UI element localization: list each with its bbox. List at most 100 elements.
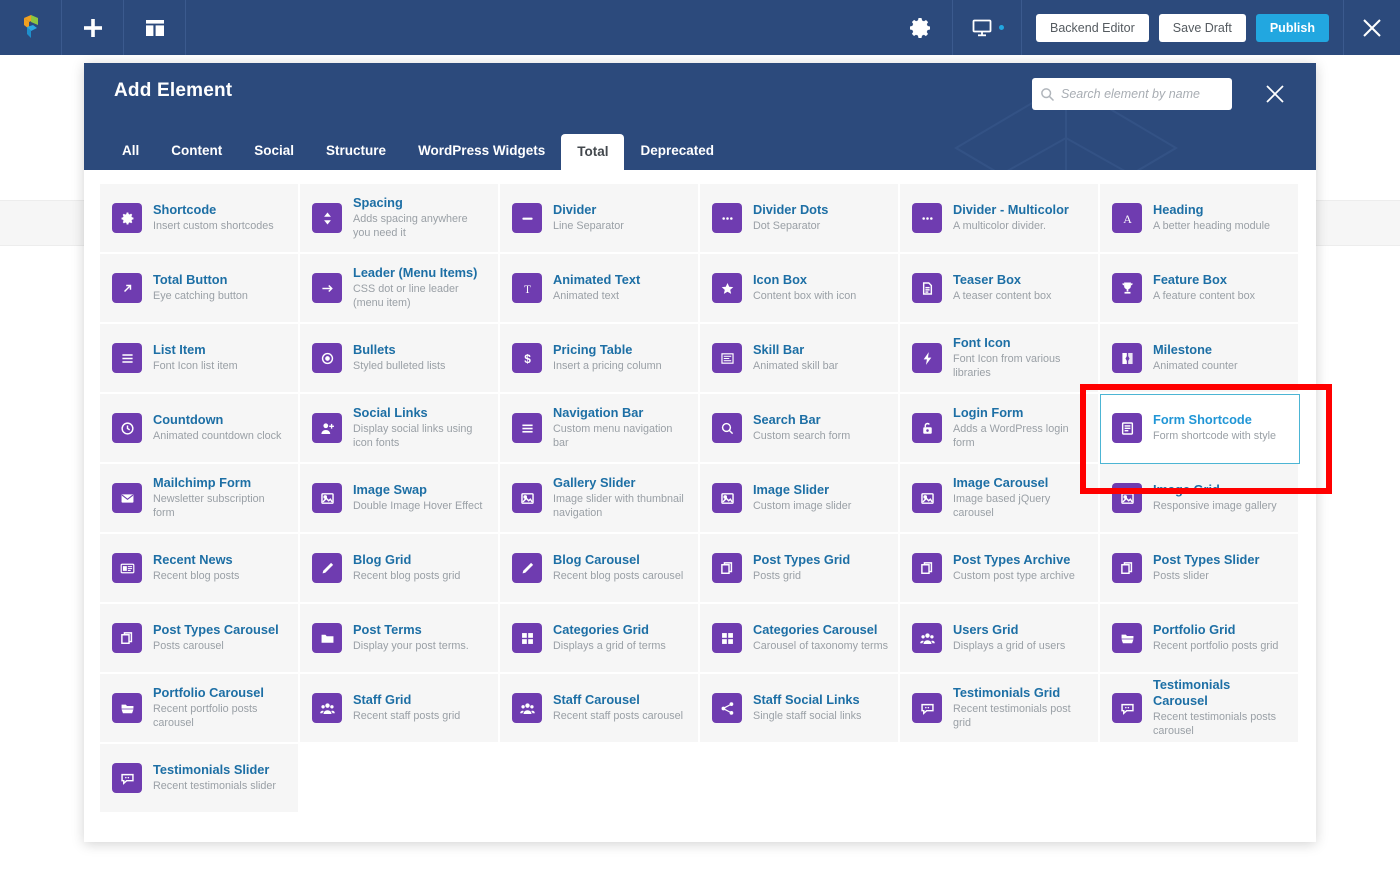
svg-text:A: A [1123,212,1132,226]
element-card-countdown[interactable]: CountdownAnimated countdown clock [100,394,300,464]
element-card-blog-grid[interactable]: Blog GridRecent blog posts grid [300,534,500,604]
element-card-portfolio-grid[interactable]: Portfolio GridRecent portfolio posts gri… [1100,604,1300,674]
element-card-image-grid[interactable]: Image GridResponsive image gallery [1100,464,1300,534]
wpbakery-logo[interactable] [0,0,62,55]
element-card-heading[interactable]: AHeadingA better heading module [1100,184,1300,254]
element-card-divider[interactable]: DividerLine Separator [500,184,700,254]
bolt-icon [912,343,942,373]
element-card-mailchimp-form[interactable]: Mailchimp FormNewsletter subscription fo… [100,464,300,534]
element-card-staff-carousel[interactable]: Staff CarouselRecent staff posts carouse… [500,674,700,744]
element-card-staff-grid[interactable]: Staff GridRecent staff posts grid [300,674,500,744]
element-card-description: Posts carousel [153,639,279,653]
element-card-blog-carousel[interactable]: Blog CarouselRecent blog posts carousel [500,534,700,604]
element-card-categories-grid[interactable]: Categories GridDisplays a grid of terms [500,604,700,674]
settings-button[interactable] [890,0,952,55]
element-card-text: Testimonials CarouselRecent testimonials… [1153,677,1288,738]
element-card-description: Display social links using icon fonts [353,422,488,450]
element-card-teaser-box[interactable]: Teaser BoxA teaser content box [900,254,1100,324]
element-card-post-types-carousel[interactable]: Post Types CarouselPosts carousel [100,604,300,674]
element-card-form-shortcode[interactable]: Form ShortcodeForm shortcode with style [1100,394,1300,464]
templates-button[interactable] [124,0,186,55]
element-card-title: Portfolio Carousel [153,685,288,701]
tab-all[interactable]: All [106,133,155,170]
search-element-field[interactable] [1032,78,1232,110]
element-card-title: Gallery Slider [553,475,688,491]
element-card-text: MilestoneAnimated counter [1153,342,1238,373]
tab-content[interactable]: Content [155,133,238,170]
element-card-title: Post Types Carousel [153,622,279,638]
dots-icon [912,203,942,233]
publish-button[interactable]: Publish [1256,14,1329,42]
element-card-animated-text[interactable]: TAnimated TextAnimated text [500,254,700,324]
element-card-portfolio-carousel[interactable]: Portfolio CarouselRecent portfolio posts… [100,674,300,744]
element-card-login-form[interactable]: Login FormAdds a WordPress login form [900,394,1100,464]
copy-icon [912,553,942,583]
element-card-post-terms[interactable]: Post TermsDisplay your post terms. [300,604,500,674]
close-editor-button[interactable] [1344,0,1400,55]
element-card-text: Post Types ArchiveCustom post type archi… [953,552,1075,583]
element-card-testimonials-grid[interactable]: Testimonials GridRecent testimonials pos… [900,674,1100,744]
element-card-feature-box[interactable]: Feature BoxA feature content box [1100,254,1300,324]
element-card-text: DividerLine Separator [553,202,624,233]
element-card-divider-multicolor[interactable]: Divider - MulticolorA multicolor divider… [900,184,1100,254]
element-card-text: Social LinksDisplay social links using i… [353,405,488,450]
element-card-icon-box[interactable]: Icon BoxContent box with icon [700,254,900,324]
element-card-description: Dot Separator [753,219,828,233]
element-card-post-types-slider[interactable]: Post Types SliderPosts slider [1100,534,1300,604]
element-card-testimonials-slider[interactable]: Testimonials SliderRecent testimonials s… [100,744,300,814]
element-card-pricing-table[interactable]: $Pricing TableInsert a pricing column [500,324,700,394]
dollar-icon: $ [512,343,542,373]
tab-total[interactable]: Total [561,134,624,170]
element-card-description: Carousel of taxonomy terms [753,639,888,653]
minus-icon [512,203,542,233]
element-card-testimonials-carousel[interactable]: Testimonials CarouselRecent testimonials… [1100,674,1300,744]
element-card-divider-dots[interactable]: Divider DotsDot Separator [700,184,900,254]
element-card-text: Font IconFont Icon from various librarie… [953,335,1088,380]
element-card-title: Login Form [953,405,1088,421]
element-card-image-slider[interactable]: Image SliderCustom image slider [700,464,900,534]
element-card-image-carousel[interactable]: Image CarouselImage based jQuery carouse… [900,464,1100,534]
save-draft-button[interactable]: Save Draft [1159,14,1246,42]
tab-wordpress-widgets[interactable]: WordPress Widgets [402,133,561,170]
element-card-description: Displays a grid of terms [553,639,666,653]
element-card-title: Shortcode [153,202,274,218]
element-card-skill-bar[interactable]: Skill BarAnimated skill bar [700,324,900,394]
element-card-search-bar[interactable]: Search BarCustom search form [700,394,900,464]
element-card-title: Post Types Slider [1153,552,1259,568]
element-card-navigation-bar[interactable]: Navigation BarCustom menu navigation bar [500,394,700,464]
element-card-bullets[interactable]: BulletsStyled bulleted lists [300,324,500,394]
element-card-description: Recent portfolio posts grid [1153,639,1278,653]
tab-social[interactable]: Social [238,133,310,170]
element-card-post-types-archive[interactable]: Post Types ArchiveCustom post type archi… [900,534,1100,604]
element-card-users-grid[interactable]: Users GridDisplays a grid of users [900,604,1100,674]
element-card-font-icon[interactable]: Font IconFont Icon from various librarie… [900,324,1100,394]
element-card-image-swap[interactable]: Image SwapDouble Image Hover Effect [300,464,500,534]
modal-close-button[interactable] [1262,81,1288,107]
tab-structure[interactable]: Structure [310,133,402,170]
element-card-text: Form ShortcodeForm shortcode with style [1153,412,1276,443]
element-card-gallery-slider[interactable]: Gallery SliderImage slider with thumbnai… [500,464,700,534]
search-input[interactable] [1061,80,1224,108]
element-card-total-button[interactable]: Total ButtonEye catching button [100,254,300,324]
element-card-shortcode[interactable]: ShortcodeInsert custom shortcodes [100,184,300,254]
element-card-text: Animated TextAnimated text [553,272,640,303]
backend-editor-button[interactable]: Backend Editor [1036,14,1149,42]
responsive-preview-button[interactable] [952,0,1022,55]
arrows-vertical-icon [312,203,342,233]
add-element-button[interactable] [62,0,124,55]
element-card-spacing[interactable]: SpacingAdds spacing anywhere you need it [300,184,500,254]
element-card-categories-carousel[interactable]: Categories CarouselCarousel of taxonomy … [700,604,900,674]
element-card-description: Eye catching button [153,289,248,303]
element-card-leader-menu-items[interactable]: Leader (Menu Items)CSS dot or line leade… [300,254,500,324]
element-card-title: Testimonials Carousel [1153,677,1288,709]
element-card-post-types-grid[interactable]: Post Types GridPosts grid [700,534,900,604]
element-card-description: Posts grid [753,569,850,583]
tab-deprecated[interactable]: Deprecated [624,133,730,170]
element-card-list-item[interactable]: List ItemFont Icon list item [100,324,300,394]
desktop-monitor-icon [971,17,993,39]
element-card-staff-social-links[interactable]: Staff Social LinksSingle staff social li… [700,674,900,744]
element-card-social-links[interactable]: Social LinksDisplay social links using i… [300,394,500,464]
element-card-description: Recent testimonials post grid [953,702,1088,730]
element-card-recent-news[interactable]: Recent NewsRecent blog posts [100,534,300,604]
element-card-milestone[interactable]: MilestoneAnimated counter [1100,324,1300,394]
